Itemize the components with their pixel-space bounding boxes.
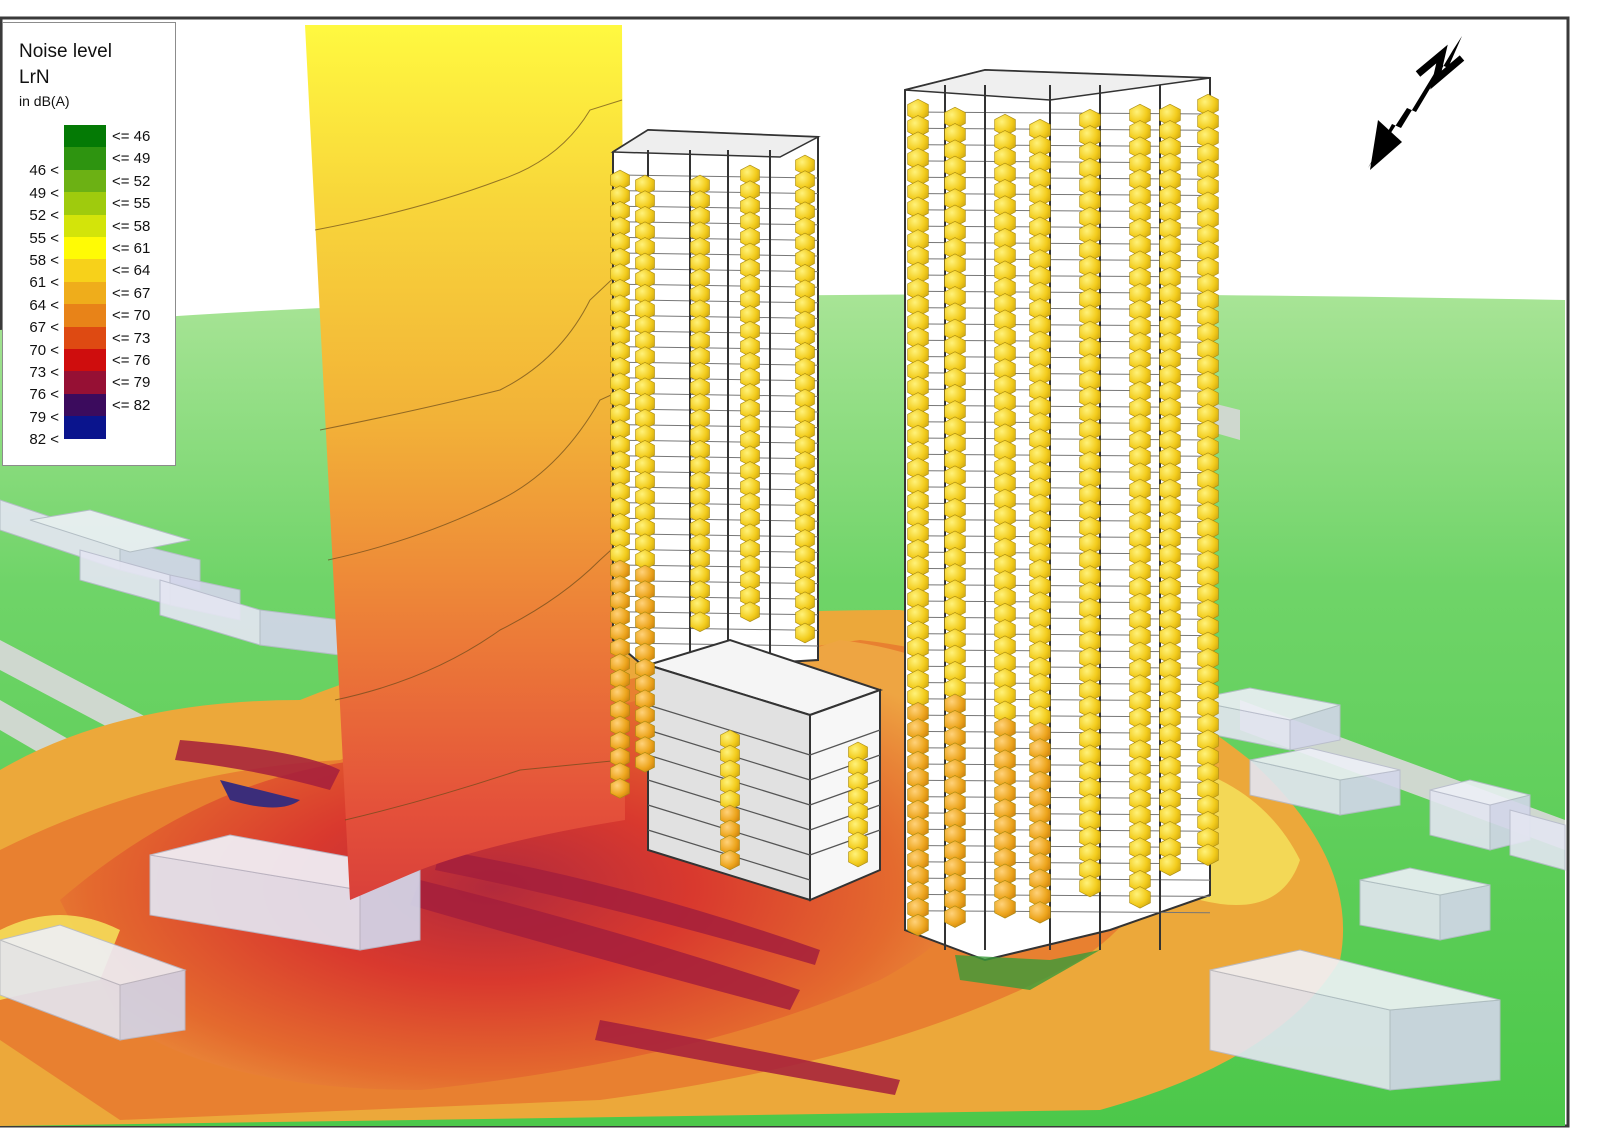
legend-class-lower: 82 < [29,431,59,449]
legend-swatch [64,349,106,372]
legend-class: 67 < <= 70 [3,304,175,336]
legend-swatch [64,416,106,440]
legend-swatch [64,326,106,350]
legend-title: Noise level [19,41,112,62]
legend-indicator: LrN [19,67,50,88]
legend-swatch [64,192,106,216]
legend-swatch [64,125,106,148]
legend-class: 76 < <= 79 [3,371,175,403]
legend-class-upper: <= 67 [112,284,151,302]
legend-class-upper: <= 58 [112,217,151,235]
legend-unit: in dB(A) [19,93,70,109]
legend-class-upper: <= 82 [112,396,151,414]
legend-swatch [64,259,106,283]
legend-class-upper: <= 46 [112,128,151,145]
legend-class: <= 46 [3,125,175,148]
vertical-noise-section [305,25,625,900]
legend-swatch [64,169,106,193]
legend-swatch [64,281,106,305]
legend-swatch [64,147,106,171]
legend-class-upper: <= 61 [112,240,151,257]
legend-swatch [64,304,106,328]
legend-swatch [64,371,106,395]
noise-map-view: Noise level LrN in dB(A) <= 46 46 < <= 49 4… [0,0,1600,1131]
legend-swatch [64,393,106,417]
legend-class-upper: <= 79 [112,374,151,392]
legend-swatch [64,214,106,238]
legend-class: 64 < <= 67 [3,281,175,314]
legend-class: 70 < <= 73 [3,326,175,359]
legend-class-upper: <= 64 [112,262,151,280]
legend-class-upper: <= 76 [112,352,151,369]
legend-class-upper: <= 73 [112,329,151,347]
noise-map-scene [0,0,1600,1131]
legend-class: 79 < <= 82 [3,393,175,426]
legend-class: 73 < <= 76 [3,349,175,381]
legend-class-upper: <= 70 [112,307,151,325]
legend-class: 82 < [3,416,175,448]
podium-building [644,638,884,902]
legend-class: 49 < <= 52 [3,169,175,202]
legend-class-upper: <= 49 [112,150,151,168]
noise-level-legend: Noise level LrN in dB(A) <= 46 46 < <= 49 4… [2,22,176,466]
legend-class: 52 < <= 55 [3,192,175,224]
legend-class-upper: <= 52 [112,172,151,190]
legend-class: 58 < <= 61 [3,237,175,269]
legend-swatch [64,237,106,260]
legend-class-upper: <= 55 [112,195,151,213]
legend-class: 61 < <= 64 [3,259,175,291]
legend-class: 46 < <= 49 [3,147,175,179]
legend-class: 55 < <= 58 [3,214,175,247]
